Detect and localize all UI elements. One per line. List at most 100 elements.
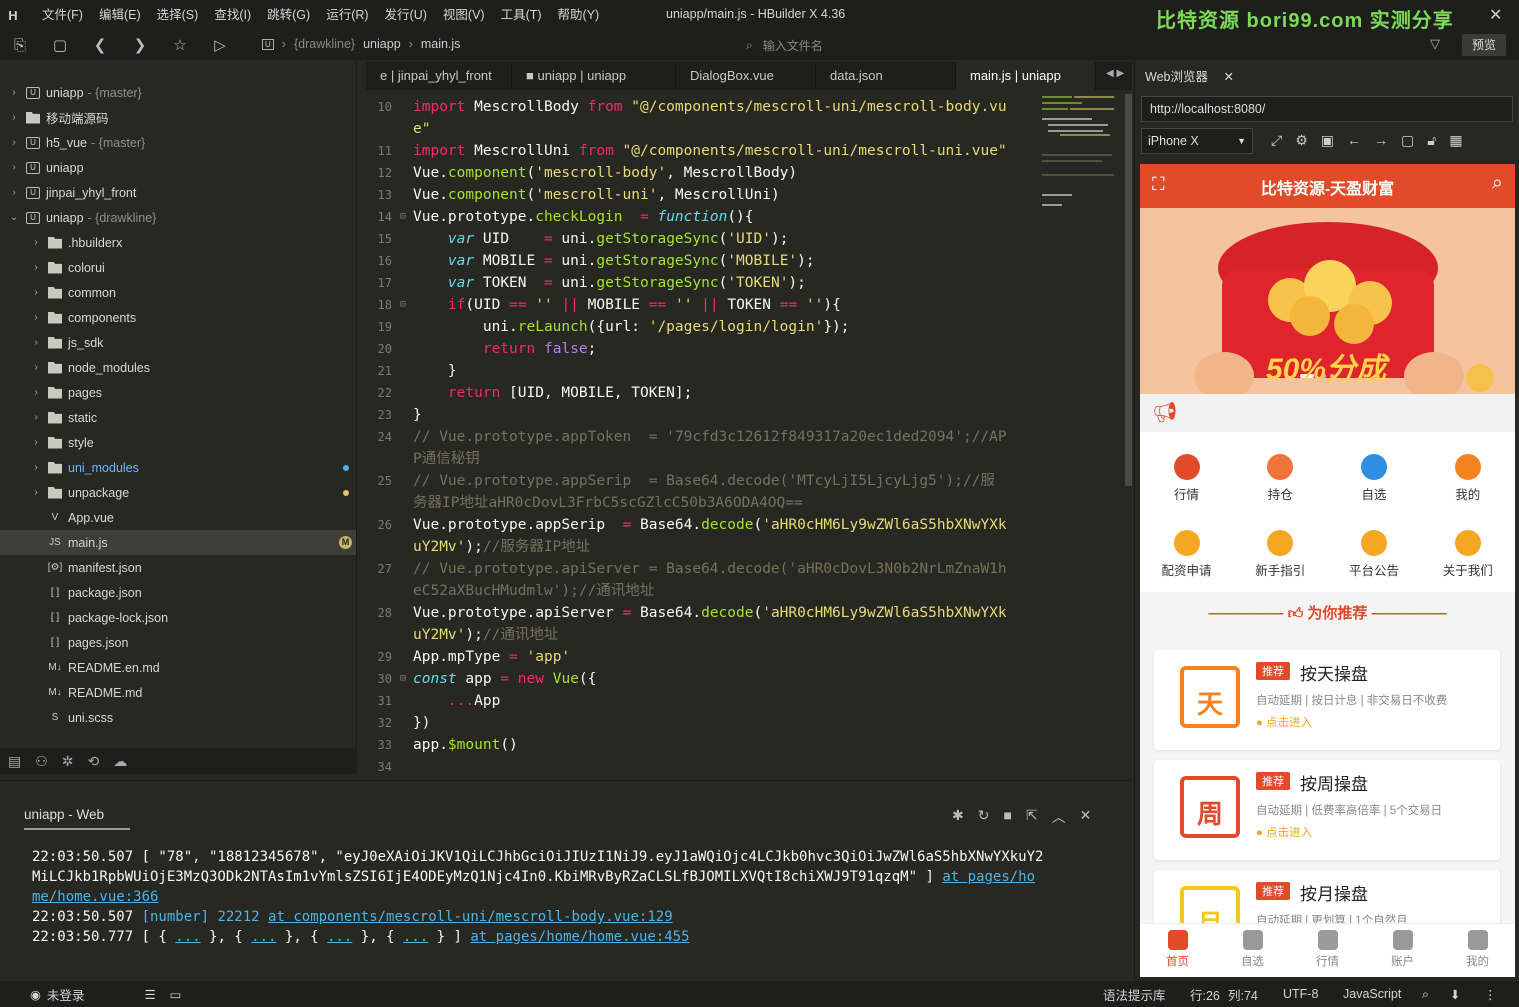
menu-item[interactable]: 运行(R) — [318, 0, 376, 30]
menu-item[interactable]: 文件(F) — [34, 0, 91, 30]
enter-link[interactable]: ● 点击进入 — [1256, 714, 1312, 730]
tabbar-item[interactable]: 我的 — [1440, 924, 1515, 977]
tabbar-item[interactable]: 账户 — [1365, 924, 1440, 977]
chevron-right-icon[interactable]: › — [8, 187, 20, 198]
cursor-line[interactable]: 行:26 — [1190, 985, 1220, 1004]
menu-item[interactable]: 选择(S) — [149, 0, 207, 30]
filter-icon[interactable]: ▽ — [1430, 36, 1440, 52]
bookmark-star-icon[interactable]: ☆ — [160, 36, 200, 54]
login-status[interactable]: 未登录 — [47, 985, 85, 1004]
tree-item[interactable]: M↓ README.en.md — [0, 655, 356, 680]
tree-item[interactable]: V App.vue — [0, 505, 356, 530]
tree-item[interactable]: › Ujinpai_yhyl_front — [0, 180, 356, 205]
user-icon[interactable]: ◉ — [30, 987, 41, 1002]
chevron-down-icon[interactable]: ⌄ — [8, 212, 20, 223]
grid-item[interactable]: 我的 — [1421, 454, 1514, 503]
tabbar-item[interactable]: 首页 — [1140, 924, 1215, 977]
tree-item[interactable]: ⌄ Uuniapp - {drawkline} — [0, 205, 356, 230]
grid-item[interactable]: 关于我们 — [1421, 530, 1514, 579]
file-search[interactable]: ⌕ 输入文件名 — [746, 36, 1076, 54]
tab-scroll-icon[interactable]: ◀ ▶ — [1106, 68, 1124, 79]
breadcrumb-branch[interactable]: {drawkline} — [294, 37, 355, 51]
chevron-right-icon[interactable]: › — [8, 87, 20, 98]
tree-item[interactable]: › Uuniapp - {master} — [0, 80, 356, 105]
fold-icon[interactable]: ⊟ — [400, 206, 406, 228]
source-link[interactable]: at pages/home/home.vue:455 — [470, 929, 689, 945]
grid-item[interactable]: 平台公告 — [1328, 530, 1421, 579]
stop-icon[interactable]: ■ — [1003, 807, 1011, 827]
close-tab-icon[interactable]: ✕ — [1223, 70, 1233, 84]
tree-item[interactable]: › pages — [0, 380, 356, 405]
tree-item[interactable]: › style — [0, 430, 356, 455]
chevron-right-icon[interactable]: › — [30, 437, 42, 448]
grid-item[interactable]: 行情 — [1140, 454, 1233, 503]
source-link[interactable]: at components/mescroll-uni/mescroll-body… — [268, 909, 673, 925]
tabbar-item[interactable]: 自选 — [1215, 924, 1290, 977]
settings-icon[interactable]: ⚙ — [1295, 132, 1308, 149]
chevron-right-icon[interactable]: › — [30, 462, 42, 473]
fold-icon[interactable]: ⊟ — [400, 294, 406, 316]
chevron-right-icon[interactable]: › — [30, 412, 42, 423]
tree-item[interactable]: JS main.js M — [0, 530, 356, 555]
editor-tab[interactable]: ■ uniapp | uniapp — [512, 62, 676, 90]
menu-item[interactable]: 查找(I) — [206, 0, 259, 30]
source-link[interactable]: me/home.vue:366 — [32, 889, 158, 905]
screenshot-icon[interactable]: ▢ — [1401, 132, 1414, 149]
tree-item[interactable]: [ ] pages.json — [0, 630, 356, 655]
forward-icon[interactable]: → — [1374, 132, 1388, 149]
enter-link[interactable]: ● 点击进入 — [1256, 824, 1312, 840]
chevron-right-icon[interactable]: › — [30, 312, 42, 323]
notice-bar[interactable]: 📢︎ — [1140, 394, 1515, 432]
rotate-icon[interactable]: ⤢ — [1271, 132, 1282, 149]
editor-tab[interactable]: DialogBox.vue — [676, 62, 816, 90]
grid-item[interactable]: 配资申请 — [1140, 530, 1233, 579]
tree-item[interactable]: › .hbuilderx — [0, 230, 356, 255]
restart-icon[interactable]: ↻ — [978, 807, 990, 827]
source-link[interactable]: ... — [175, 929, 200, 945]
chevron-right-icon[interactable]: › — [8, 162, 20, 173]
console-tab[interactable]: uniapp - Web — [24, 807, 130, 830]
breadcrumb-project[interactable]: uniapp — [363, 37, 401, 51]
menu-item[interactable]: 视图(V) — [435, 0, 493, 30]
search-icon[interactable]: ⌕ — [1422, 987, 1429, 1002]
terminal-icon[interactable]: ▭ — [170, 987, 182, 1002]
tree-item[interactable]: › static — [0, 405, 356, 430]
grid-item[interactable]: 自选 — [1328, 454, 1421, 503]
tree-item[interactable]: › common — [0, 280, 356, 305]
qr-icon[interactable]: ▦ — [1449, 132, 1462, 149]
chevron-right-icon[interactable]: › — [30, 337, 42, 348]
search-icon[interactable]: ⌕ — [1492, 172, 1503, 195]
download-icon[interactable]: ⬇ — [1450, 987, 1460, 1002]
tabbar-item[interactable]: 行情 — [1290, 924, 1365, 977]
grid-item[interactable]: 持仓 — [1234, 454, 1327, 503]
product-card[interactable]: 周 推荐 按周操盘 自动延期 | 低费率高倍率 | 5个交易日 ● 点击进入 — [1154, 760, 1500, 860]
menu-item[interactable]: 发行(U) — [377, 0, 435, 30]
explorer-icon[interactable]: ▤ — [8, 753, 21, 770]
chevron-right-icon[interactable]: › — [30, 362, 42, 373]
preview-button[interactable]: 预览 — [1462, 34, 1506, 56]
bug-icon[interactable]: ✱ — [952, 807, 964, 827]
debug-icon[interactable]: ✲ — [62, 753, 74, 770]
devtools-icon[interactable]: ▣ — [1321, 132, 1334, 149]
menu-item[interactable]: 工具(T) — [493, 0, 550, 30]
tree-item[interactable]: [⚙] manifest.json — [0, 555, 356, 580]
product-card[interactable]: 天 推荐 按天操盘 自动延期 | 按日计息 | 非交易日不收费 ● 点击进入 — [1154, 650, 1500, 750]
device-select[interactable]: iPhone X ▼ — [1141, 128, 1253, 154]
cloud-icon[interactable]: ☁ — [113, 753, 127, 770]
source-link[interactable]: at pages/ho — [942, 869, 1035, 885]
lock-icon[interactable]: 🔓︎ — [1427, 132, 1436, 149]
url-input[interactable] — [1141, 96, 1513, 122]
encoding[interactable]: UTF-8 — [1283, 987, 1318, 1001]
banner-image[interactable]: 50%分成 — [1140, 208, 1515, 394]
tree-item[interactable]: › Uuniapp — [0, 155, 356, 180]
tree-item[interactable]: › Uh5_vue - {master} — [0, 130, 356, 155]
tree-item[interactable]: Suni.scss — [0, 705, 356, 730]
chevron-right-icon[interactable]: › — [8, 137, 20, 148]
tree-item[interactable]: › components — [0, 305, 356, 330]
tree-item[interactable]: › colorui — [0, 255, 356, 280]
collapse-icon[interactable]: ︿ — [1052, 807, 1066, 827]
git-icon[interactable]: ⟲ — [88, 753, 100, 770]
source-link[interactable]: ... — [327, 929, 352, 945]
chevron-right-icon[interactable]: › — [30, 487, 42, 498]
tree-item[interactable]: [ ] package.json — [0, 580, 356, 605]
